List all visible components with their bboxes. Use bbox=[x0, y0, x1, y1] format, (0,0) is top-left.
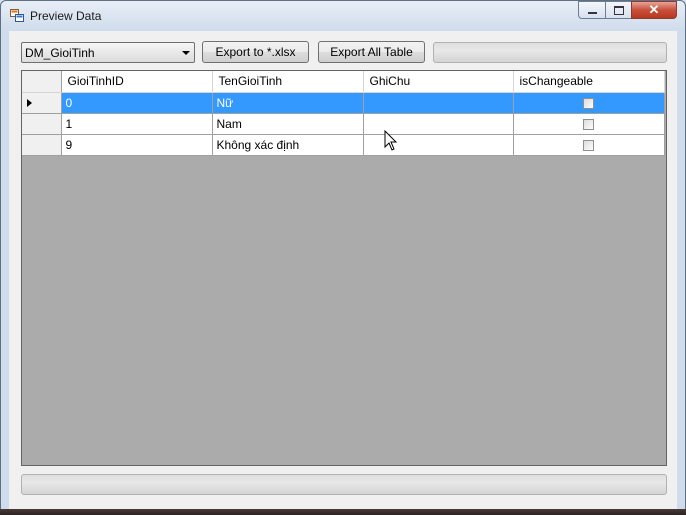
cell-ischangeable[interactable] bbox=[513, 92, 665, 114]
preview-data-window: Preview Data ✕ DM_GioiTinh Export to *.x… bbox=[0, 0, 686, 515]
row-header-corner[interactable] bbox=[22, 71, 62, 93]
table-select[interactable]: DM_GioiTinh bbox=[21, 42, 195, 63]
mouse-cursor-icon bbox=[384, 130, 398, 151]
cell-ischangeable[interactable] bbox=[513, 113, 665, 135]
ischangeable-checkbox[interactable] bbox=[583, 118, 594, 130]
ischangeable-checkbox[interactable] bbox=[583, 97, 594, 109]
table-row[interactable]: 9 Không xác định bbox=[22, 134, 665, 156]
cell-ghichu[interactable] bbox=[363, 92, 514, 114]
app-icon bbox=[10, 9, 24, 22]
desktop-edge bbox=[0, 509, 686, 515]
minimize-button[interactable] bbox=[578, 1, 605, 19]
client-area: DM_GioiTinh Export to *.xlsx Export All … bbox=[9, 31, 677, 509]
window-title: Preview Data bbox=[30, 9, 102, 23]
column-header-tengioitinh[interactable]: TenGioiTinh bbox=[212, 71, 364, 93]
column-header-gioitinhid[interactable]: GioiTinhID bbox=[61, 71, 213, 93]
cell-gioitinhid[interactable]: 1 bbox=[61, 113, 213, 135]
cell-gioitinhid[interactable]: 9 bbox=[61, 134, 213, 156]
export-xlsx-button[interactable]: Export to *.xlsx bbox=[202, 41, 309, 63]
table-row[interactable]: 1 Nam bbox=[22, 113, 665, 135]
title-bar[interactable]: Preview Data ✕ bbox=[1, 1, 685, 31]
cell-ischangeable[interactable] bbox=[513, 134, 665, 156]
header-row: GioiTinhID TenGioiTinh GhiChu isChangeab… bbox=[22, 71, 665, 93]
column-header-ischangeable[interactable]: isChangeable bbox=[513, 71, 665, 93]
cell-tengioitinh[interactable]: Nam bbox=[212, 113, 364, 135]
maximize-button[interactable] bbox=[605, 1, 631, 19]
column-header-ghichu[interactable]: GhiChu bbox=[363, 71, 514, 93]
close-button[interactable]: ✕ bbox=[631, 1, 677, 19]
caption-buttons: ✕ bbox=[578, 1, 677, 21]
current-row-arrow-icon bbox=[27, 98, 32, 107]
data-grid[interactable]: GioiTinhID TenGioiTinh GhiChu isChangeab… bbox=[21, 70, 667, 466]
close-icon: ✕ bbox=[648, 2, 660, 17]
cell-tengioitinh[interactable]: Không xác định bbox=[212, 134, 364, 156]
chevron-down-icon[interactable] bbox=[182, 51, 190, 55]
cell-gioitinhid[interactable]: 0 bbox=[61, 92, 213, 114]
table-row[interactable]: 0 Nữ bbox=[22, 92, 665, 114]
table-select-value: DM_GioiTinh bbox=[25, 46, 95, 60]
row-header[interactable] bbox=[22, 92, 62, 114]
row-header[interactable] bbox=[22, 134, 62, 156]
data-table: GioiTinhID TenGioiTinh GhiChu isChangeab… bbox=[22, 71, 665, 156]
ischangeable-checkbox[interactable] bbox=[583, 139, 594, 151]
status-progress-bar bbox=[21, 474, 667, 495]
cell-tengioitinh[interactable]: Nữ bbox=[212, 92, 364, 114]
export-all-table-button[interactable]: Export All Table bbox=[318, 41, 425, 63]
export-progress-bar bbox=[433, 42, 667, 63]
row-header[interactable] bbox=[22, 113, 62, 135]
